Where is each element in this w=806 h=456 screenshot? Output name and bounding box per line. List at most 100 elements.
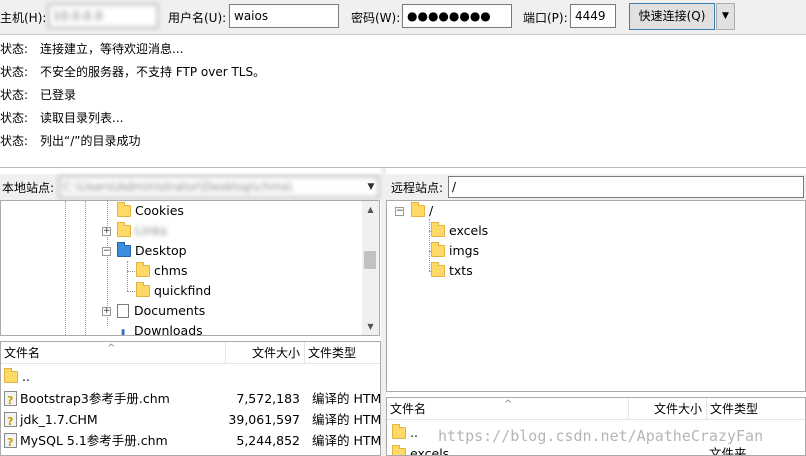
desktop-folder-icon xyxy=(117,242,131,257)
collapse-icon[interactable]: − xyxy=(395,207,404,216)
username-input[interactable] xyxy=(229,4,339,28)
password-label: 密码(W): xyxy=(351,11,401,25)
local-tree-scrollbar[interactable]: ▲ ▼ xyxy=(362,201,379,335)
tree-item-imgs[interactable]: imgs xyxy=(431,241,479,261)
chm-file-icon xyxy=(4,411,17,432)
tree-item-excels[interactable]: excels xyxy=(431,221,488,241)
collapse-icon[interactable]: − xyxy=(102,247,111,256)
local-site-label: 本地站点: xyxy=(2,181,55,195)
file-type: 编译的 HTM xyxy=(312,391,381,406)
expand-icon[interactable]: + xyxy=(102,227,111,236)
tree-item-blurred[interactable]: Links xyxy=(117,221,167,241)
tree-item-label: excels xyxy=(449,223,489,238)
folder-icon xyxy=(136,262,150,277)
folder-icon xyxy=(136,282,150,297)
file-size: 39,061,597 xyxy=(228,412,300,427)
tree-guide xyxy=(65,201,66,335)
column-header-label: 文件名 xyxy=(4,346,41,360)
column-header-type[interactable]: 文件类型 xyxy=(305,342,380,364)
remote-path-input[interactable]: / xyxy=(448,176,804,198)
port-input[interactable] xyxy=(570,4,616,28)
file-name: excels xyxy=(410,446,450,456)
folder-icon xyxy=(431,222,445,237)
tree-item-label: Documents xyxy=(134,303,206,318)
tree-item-downloads[interactable]: ⬇ Downloads xyxy=(117,321,203,336)
tree-guide xyxy=(127,291,135,292)
tree-item-quickfind[interactable]: quickfind xyxy=(136,281,211,301)
folder-icon xyxy=(411,202,425,217)
local-file-list-header: 文件名 ^ 文件大小 文件类型 xyxy=(1,342,380,364)
sort-ascending-icon: ^ xyxy=(107,343,116,354)
host-input[interactable] xyxy=(48,4,158,28)
scroll-up-icon[interactable]: ▲ xyxy=(362,201,379,218)
local-file-list: 文件名 ^ 文件大小 文件类型 .. Bootstrap3参考手册.chm 7,… xyxy=(0,341,381,456)
file-name: MySQL 5.1参考手册.chm xyxy=(20,433,168,448)
password-input[interactable] xyxy=(402,4,512,28)
log-status: 状态: xyxy=(0,111,29,125)
scroll-down-icon[interactable]: ▼ xyxy=(362,318,379,335)
column-header-type[interactable]: 文件类型 xyxy=(707,398,805,420)
tree-item-label: Cookies xyxy=(135,203,184,218)
folder-icon xyxy=(4,368,18,383)
host-label: 主机(H): xyxy=(0,11,47,25)
tree-item-cookies[interactable]: Cookies xyxy=(117,201,184,221)
quickconnect-bar: 主机(H): 用户名(U): 密码(W): 端口(P): 快速连接(Q) ▼ xyxy=(0,0,806,35)
log-status: 状态: xyxy=(0,88,29,102)
file-name: .. xyxy=(410,425,418,440)
local-path-input[interactable]: C:\Users\Administrator\Desktop\chms\ xyxy=(59,176,379,198)
chm-file-icon xyxy=(4,432,17,453)
remote-directory-tree: − / excels imgs txts xyxy=(386,200,806,392)
column-header-name[interactable]: 文件名 ^ xyxy=(387,398,629,420)
folder-icon xyxy=(117,202,131,217)
file-type: 编译的 HTM xyxy=(312,433,381,448)
file-name: Bootstrap3参考手册.chm xyxy=(20,391,170,406)
remote-site-bar: 远程站点: / xyxy=(386,174,806,200)
folder-icon xyxy=(117,222,131,237)
tree-item-desktop[interactable]: Desktop xyxy=(117,241,187,261)
file-size: 7,572,183 xyxy=(236,391,300,406)
quickconnect-dropdown-icon[interactable]: ▼ xyxy=(716,3,735,30)
log-message: 不安全的服务器，不支持 FTP over TLS。 xyxy=(40,65,266,79)
local-path-dropdown-icon[interactable]: ▼ xyxy=(363,177,379,197)
table-row[interactable]: jdk_1.7.CHM 39,061,597 编译的 HTM xyxy=(1,409,381,432)
file-type: 编译的 HTM xyxy=(312,412,381,427)
log-status: 状态: xyxy=(0,65,29,79)
tree-item-chms[interactable]: chms xyxy=(136,261,187,281)
tree-item-txts[interactable]: txts xyxy=(431,261,473,281)
tree-item-root[interactable]: / xyxy=(411,201,433,221)
file-size: 5,244,852 xyxy=(236,433,300,448)
username-label: 用户名(U): xyxy=(168,11,227,25)
log-message: 列出“/”的目录成功 xyxy=(40,134,141,148)
folder-icon xyxy=(431,242,445,257)
local-directory-tree: Cookies + Links − Desktop chms quickfind… xyxy=(0,200,380,336)
tree-item-label: / xyxy=(429,203,434,218)
column-header-label: 文件名 xyxy=(390,402,427,416)
table-row[interactable]: .. xyxy=(1,366,380,387)
remote-site-label: 远程站点: xyxy=(391,181,444,195)
local-site-bar: 本地站点: C:\Users\Administrator\Desktop\chm… xyxy=(0,174,381,200)
tree-item-label: txts xyxy=(449,263,473,278)
tree-guide xyxy=(429,219,430,271)
tree-guide xyxy=(127,271,135,272)
scrollbar-thumb[interactable] xyxy=(364,251,376,269)
tree-item-label: chms xyxy=(154,263,188,278)
documents-icon xyxy=(117,304,129,318)
tree-item-label: quickfind xyxy=(154,283,212,298)
download-arrow-icon: ⬇ xyxy=(117,327,129,336)
quickconnect-button[interactable]: 快速连接(Q) xyxy=(629,3,715,30)
tree-guide xyxy=(85,201,86,335)
log-status: 状态: xyxy=(0,42,29,56)
table-row[interactable]: Bootstrap3参考手册.chm 7,572,183 编译的 HTM xyxy=(1,388,381,411)
column-header-name[interactable]: 文件名 ^ xyxy=(1,342,226,364)
expand-icon[interactable]: + xyxy=(102,307,111,316)
table-row[interactable]: MySQL 5.1参考手册.chm 5,244,852 编译的 HTM xyxy=(1,430,381,453)
column-header-size[interactable]: 文件大小 xyxy=(629,398,707,420)
tree-item-label: Downloads xyxy=(134,323,203,336)
log-status: 状态: xyxy=(0,134,29,148)
folder-icon xyxy=(431,262,445,277)
log-message: 已登录 xyxy=(40,88,77,102)
tree-item-documents[interactable]: Documents xyxy=(117,301,205,321)
log-message: 连接建立，等待欢迎消息... xyxy=(40,42,184,56)
column-header-size[interactable]: 文件大小 xyxy=(226,342,305,364)
log-message: 读取目录列表... xyxy=(40,111,124,125)
